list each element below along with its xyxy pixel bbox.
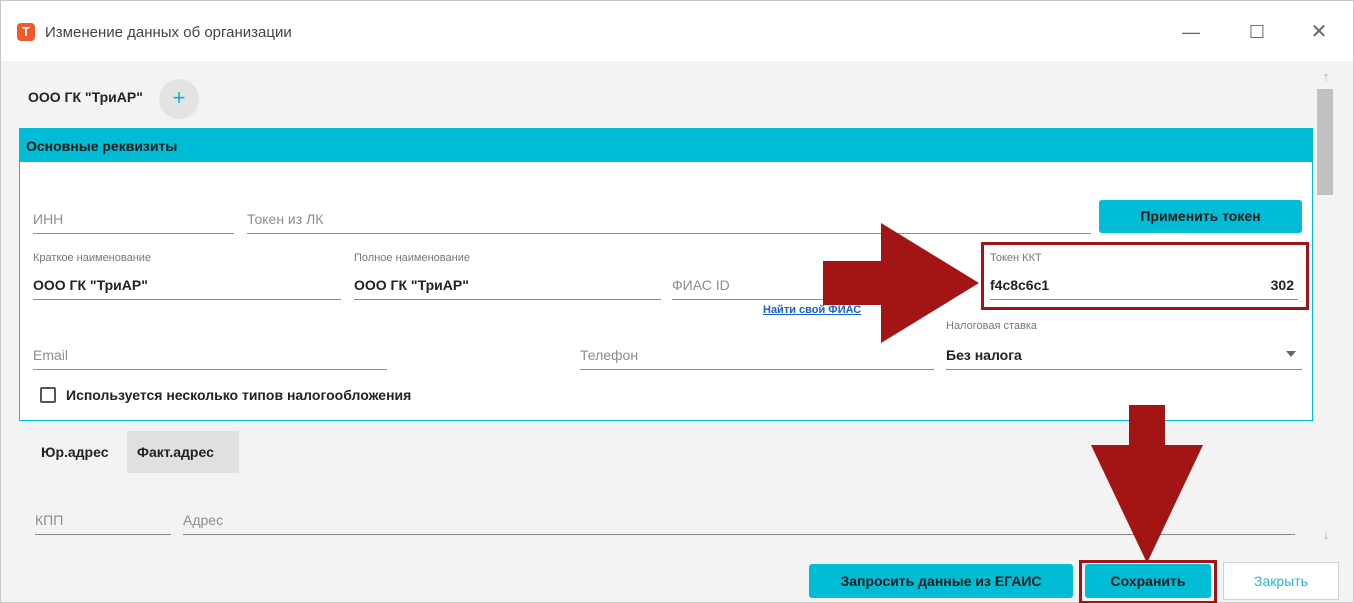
request-egais-button[interactable]: Запросить данные из ЕГАИС — [809, 564, 1073, 598]
window-title: Изменение данных об организации — [45, 24, 292, 41]
add-organization-button[interactable]: + — [159, 79, 199, 119]
title-bar: T Изменение данных об организации — ☐ ✕ — [1, 1, 1353, 61]
kpp-field[interactable]: КПП — [35, 499, 171, 535]
app-logo-icon: T — [17, 23, 35, 41]
full-name-field[interactable]: Полное наименование ООО ГК "ТриАР" — [354, 252, 661, 300]
maximize-button[interactable]: ☐ — [1235, 15, 1279, 49]
full-name-value: ООО ГК "ТриАР" — [354, 277, 469, 293]
lk-token-placeholder: Токен из ЛК — [247, 211, 324, 227]
email-field[interactable]: Email — [33, 334, 387, 370]
kkt-token-highlight — [981, 242, 1309, 310]
phone-placeholder: Телефон — [580, 347, 639, 363]
minimize-button[interactable]: — — [1169, 15, 1213, 49]
tab-jur-address[interactable]: Юр.адрес — [31, 431, 127, 473]
inn-field[interactable]: ИНН — [33, 200, 234, 234]
inn-placeholder: ИНН — [33, 211, 64, 227]
section-title: Основные реквизиты — [26, 138, 178, 154]
close-button[interactable]: Закрыть — [1223, 562, 1339, 600]
short-name-label: Краткое наименование — [33, 252, 152, 264]
email-placeholder: Email — [33, 347, 69, 363]
organization-tab[interactable]: ООО ГК "ТриАР" — [28, 89, 143, 105]
fias-id-placeholder: ФИАС ID — [672, 277, 730, 293]
section-header[interactable]: Основные реквизиты — [19, 128, 1313, 162]
short-name-field[interactable]: Краткое наименование ООО ГК "ТриАР" — [33, 252, 341, 300]
short-name-value: ООО ГК "ТриАР" — [33, 277, 148, 293]
scroll-up-icon[interactable]: ↑ — [1317, 69, 1335, 87]
scroll-thumb[interactable] — [1317, 89, 1333, 195]
down-arrow-icon — [1091, 405, 1203, 563]
vertical-scrollbar[interactable]: ↑ ↓ — [1313, 61, 1339, 551]
scroll-down-icon[interactable]: ↓ — [1317, 527, 1335, 545]
multi-tax-checkbox[interactable] — [40, 387, 56, 403]
address-placeholder: Адрес — [183, 512, 224, 528]
kpp-placeholder: КПП — [35, 512, 64, 528]
full-name-label: Полное наименование — [354, 252, 470, 264]
save-button-highlight — [1079, 560, 1217, 603]
organization-tabs: ООО ГК "ТриАР" + — [17, 61, 1313, 127]
tab-fact-address[interactable]: Факт.адрес — [127, 431, 239, 473]
chevron-down-icon — [1286, 351, 1296, 357]
apply-token-button[interactable]: Применить токен — [1099, 200, 1302, 233]
tax-rate-select[interactable]: Налоговая ставка Без налога — [946, 320, 1302, 370]
multi-tax-label[interactable]: Используется несколько типов налогооблож… — [66, 387, 411, 403]
tax-rate-value: Без налога — [946, 347, 1022, 363]
dialog-window: T Изменение данных об организации — ☐ ✕ … — [0, 0, 1354, 603]
close-window-button[interactable]: ✕ — [1297, 15, 1341, 49]
right-arrow-icon — [823, 223, 979, 343]
